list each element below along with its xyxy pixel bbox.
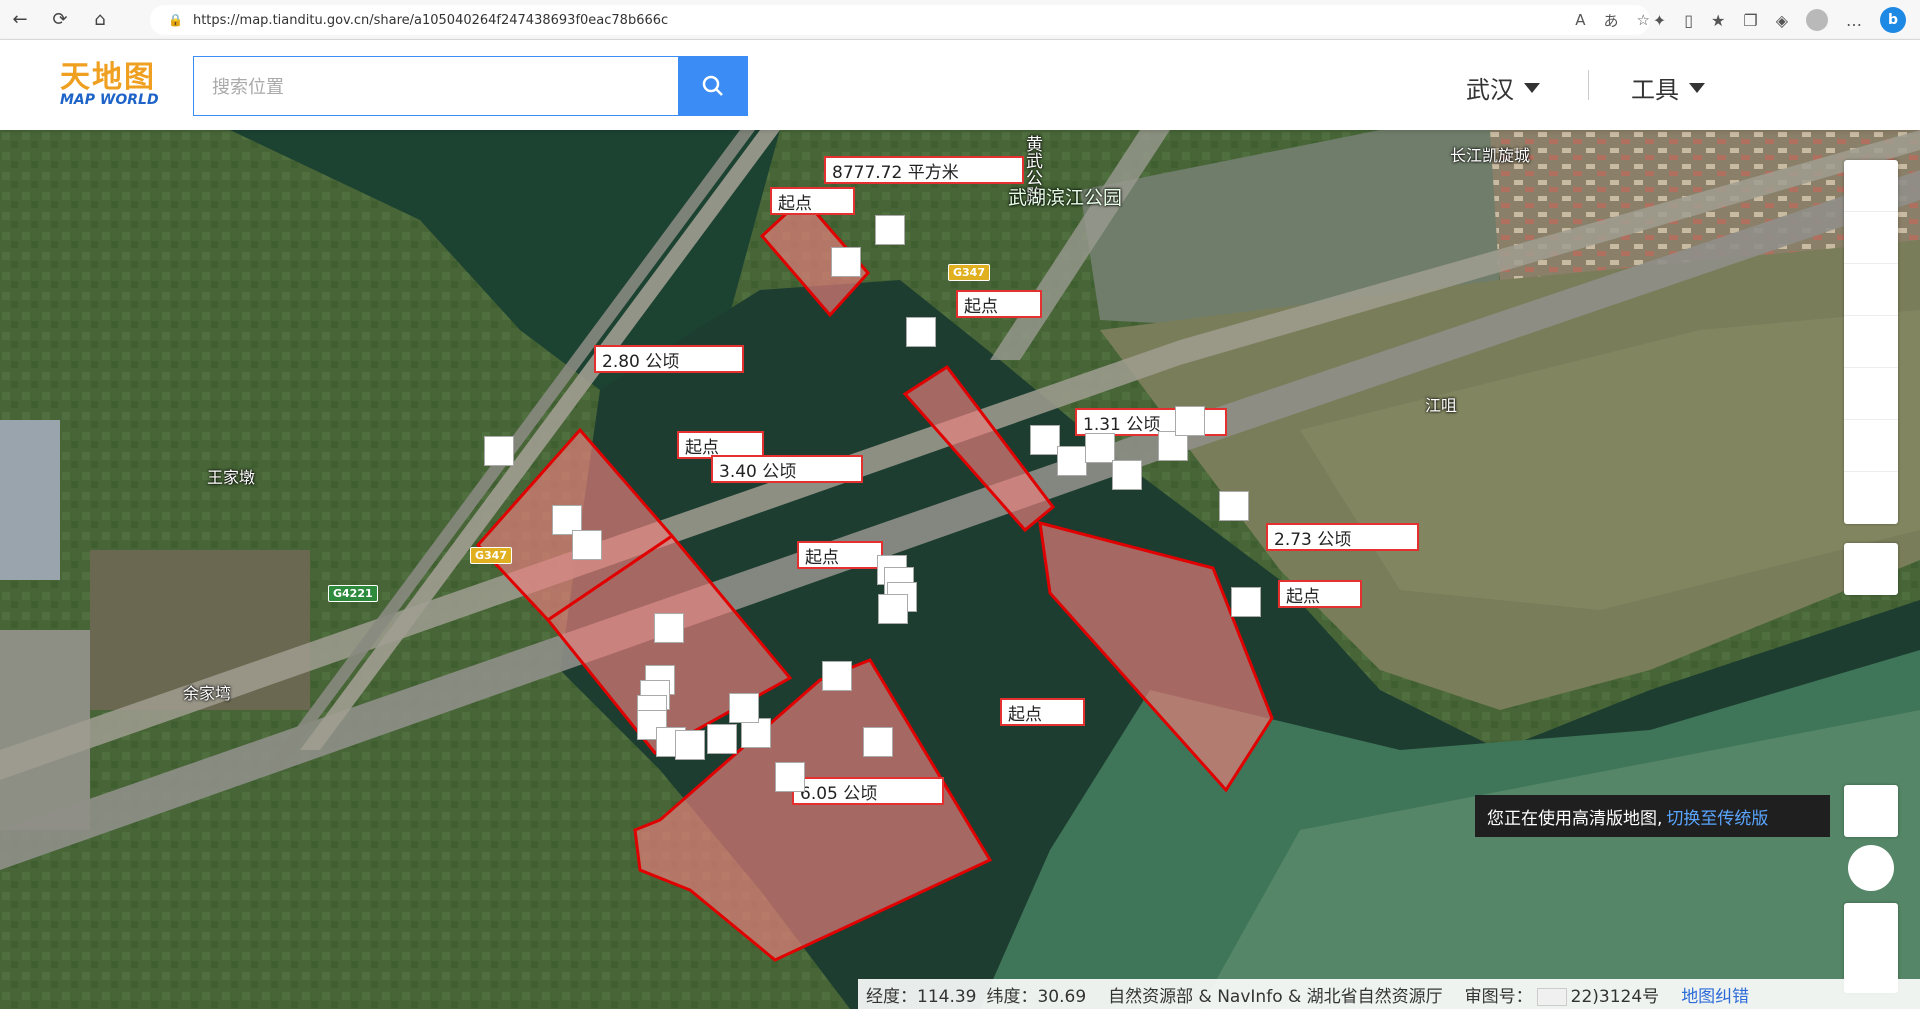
tools-label: 工具	[1631, 76, 1679, 104]
address-bar[interactable]: 🔒 https://map.tianditu.gov.cn/share/a105…	[150, 5, 1650, 35]
logo-text-cn: 天地图	[60, 60, 156, 95]
road-badge-g4221: G4221	[328, 585, 378, 602]
vertex-marker[interactable]	[822, 661, 852, 691]
vertex-marker[interactable]	[1030, 425, 1060, 455]
browser-toolbar: ← ⟳ ⌂ 🔒 https://map.tianditu.gov.cn/shar…	[0, 0, 1920, 40]
map-error-link[interactable]: 地图纠错	[1681, 982, 1749, 1007]
map-tool-button[interactable]	[1844, 212, 1898, 264]
chevron-down-icon	[1524, 82, 1540, 93]
measure-label-340: 3.40 公顷	[711, 455, 863, 483]
map-tool-button[interactable]	[1844, 368, 1898, 420]
city-selector[interactable]: 武汉	[1466, 70, 1540, 105]
back-icon[interactable]: ←	[0, 0, 40, 40]
vertex-marker[interactable]	[729, 693, 759, 723]
measure-label-280: 2.80 公顷	[594, 345, 744, 373]
vertex-marker[interactable]	[572, 530, 602, 560]
hd-map-tip: 您正在使用高清版地图, 切换至传统版	[1475, 795, 1830, 837]
map-tool-button[interactable]	[1844, 420, 1898, 472]
input-method-icon	[1536, 987, 1567, 1006]
start-label: 起点	[1278, 580, 1362, 608]
map-tool-button[interactable]	[1844, 264, 1898, 316]
browser-essentials-icon[interactable]: ◈	[1776, 11, 1788, 30]
road-badge-g347-left: G347	[470, 547, 512, 564]
translate-icon[interactable]: あ	[1604, 10, 1619, 31]
map-layer-button[interactable]	[1844, 543, 1898, 595]
vertex-marker[interactable]	[1219, 491, 1249, 521]
vertex-marker[interactable]	[1112, 460, 1142, 490]
road-badge-g347-top: G347	[948, 264, 990, 281]
search-icon	[702, 75, 723, 96]
place-wangju: 江咀	[1425, 396, 1458, 415]
start-label: 起点	[956, 290, 1042, 318]
approval-prefix: 审图号：	[1464, 986, 1533, 1007]
vertex-marker[interactable]	[875, 215, 905, 245]
vertex-marker[interactable]	[654, 613, 684, 643]
map-tool-button[interactable]	[1844, 160, 1898, 212]
city-label: 武汉	[1466, 76, 1514, 104]
place-yujiawan: 余家塆	[183, 684, 232, 703]
tianditu-logo[interactable]: 天地图 MAP WORLD	[60, 52, 175, 112]
refresh-icon[interactable]: ⟳	[40, 0, 80, 40]
vertex-marker[interactable]	[775, 762, 805, 792]
vertex-marker[interactable]	[863, 727, 893, 757]
favorite-add-icon[interactable]: ☆	[1637, 11, 1650, 29]
satellite-imagery	[0, 130, 1920, 1009]
collections-icon[interactable]: ❐	[1743, 11, 1757, 30]
bing-icon[interactable]: b	[1880, 7, 1906, 33]
status-bar: 经度：114.39 纬度：30.69 自然资源部 & NavInfo & 湖北省…	[858, 979, 1920, 1009]
longitude-readout: 经度：114.39	[866, 986, 977, 1007]
split-screen-icon[interactable]: ▯	[1684, 11, 1693, 30]
zoom-in-button[interactable]	[1844, 785, 1898, 837]
vertex-marker[interactable]	[1057, 446, 1087, 476]
vertex-marker[interactable]	[484, 436, 514, 466]
chevron-down-icon	[1689, 82, 1705, 93]
header-divider	[1588, 70, 1589, 100]
hd-tip-text: 您正在使用高清版地图,	[1487, 808, 1663, 829]
measure-label-273: 2.73 公顷	[1266, 523, 1419, 551]
locate-button[interactable]	[1848, 845, 1894, 891]
map-tools-panel	[1844, 160, 1898, 524]
logo-text-en: MAP WORLD	[60, 92, 159, 108]
start-label: 起点	[770, 187, 855, 215]
start-label: 起点	[797, 541, 883, 569]
map-tool-button[interactable]	[1844, 472, 1898, 524]
favorites-icon[interactable]: ★	[1711, 11, 1725, 30]
approval-suffix: 22)3124号	[1570, 986, 1660, 1007]
attribution-text: 自然资源部 & NavInfo & 湖北省自然资源厅	[1108, 986, 1443, 1007]
search-placeholder: 搜索位置	[212, 77, 284, 98]
search-button[interactable]	[678, 56, 748, 116]
map-tool-button[interactable]	[1844, 316, 1898, 368]
latitude-readout: 纬度：30.69	[986, 986, 1087, 1007]
lock-icon: 🔒	[168, 13, 183, 27]
read-aloud-icon[interactable]: A	[1575, 11, 1585, 29]
start-label: 起点	[1000, 698, 1085, 726]
place-park: 武湖滨江公园	[1008, 187, 1123, 209]
tools-menu[interactable]: 工具	[1631, 70, 1705, 105]
approval-number: 审图号： 22)3124号	[1465, 982, 1660, 1007]
url-text: https://map.tianditu.gov.cn/share/a10504…	[192, 12, 669, 28]
map-canvas[interactable]: 黄武公路 武湖滨江公园 长江凯旋城 王家墩 余家塆 江咀 G347 G347 G…	[0, 130, 1920, 1009]
vertex-marker[interactable]	[1175, 406, 1205, 436]
place-wangjiadun: 王家墩	[207, 468, 256, 487]
vertex-marker[interactable]	[831, 247, 861, 277]
vertex-marker[interactable]	[707, 724, 737, 754]
more-icon[interactable]: …	[1846, 11, 1862, 30]
profile-avatar[interactable]	[1806, 9, 1828, 31]
vertex-marker[interactable]	[878, 594, 908, 624]
vertex-marker[interactable]	[1231, 587, 1261, 617]
measure-label-area: 8777.72 平方米	[824, 156, 1024, 184]
measure-label-605: 6.05 公顷	[792, 777, 944, 805]
site-header: 天地图 MAP WORLD 搜索位置 武汉 工具	[0, 40, 1920, 130]
vertex-marker[interactable]	[675, 730, 705, 760]
place-kaixuan: 长江凯旋城	[1450, 146, 1531, 165]
extensions-icon[interactable]: ✦	[1653, 11, 1666, 30]
switch-traditional-link[interactable]: 切换至传统版	[1666, 804, 1768, 829]
search-input[interactable]: 搜索位置	[193, 56, 678, 116]
vertex-marker[interactable]	[906, 317, 936, 347]
vertex-marker[interactable]	[1085, 433, 1115, 463]
home-icon[interactable]: ⌂	[80, 0, 120, 40]
